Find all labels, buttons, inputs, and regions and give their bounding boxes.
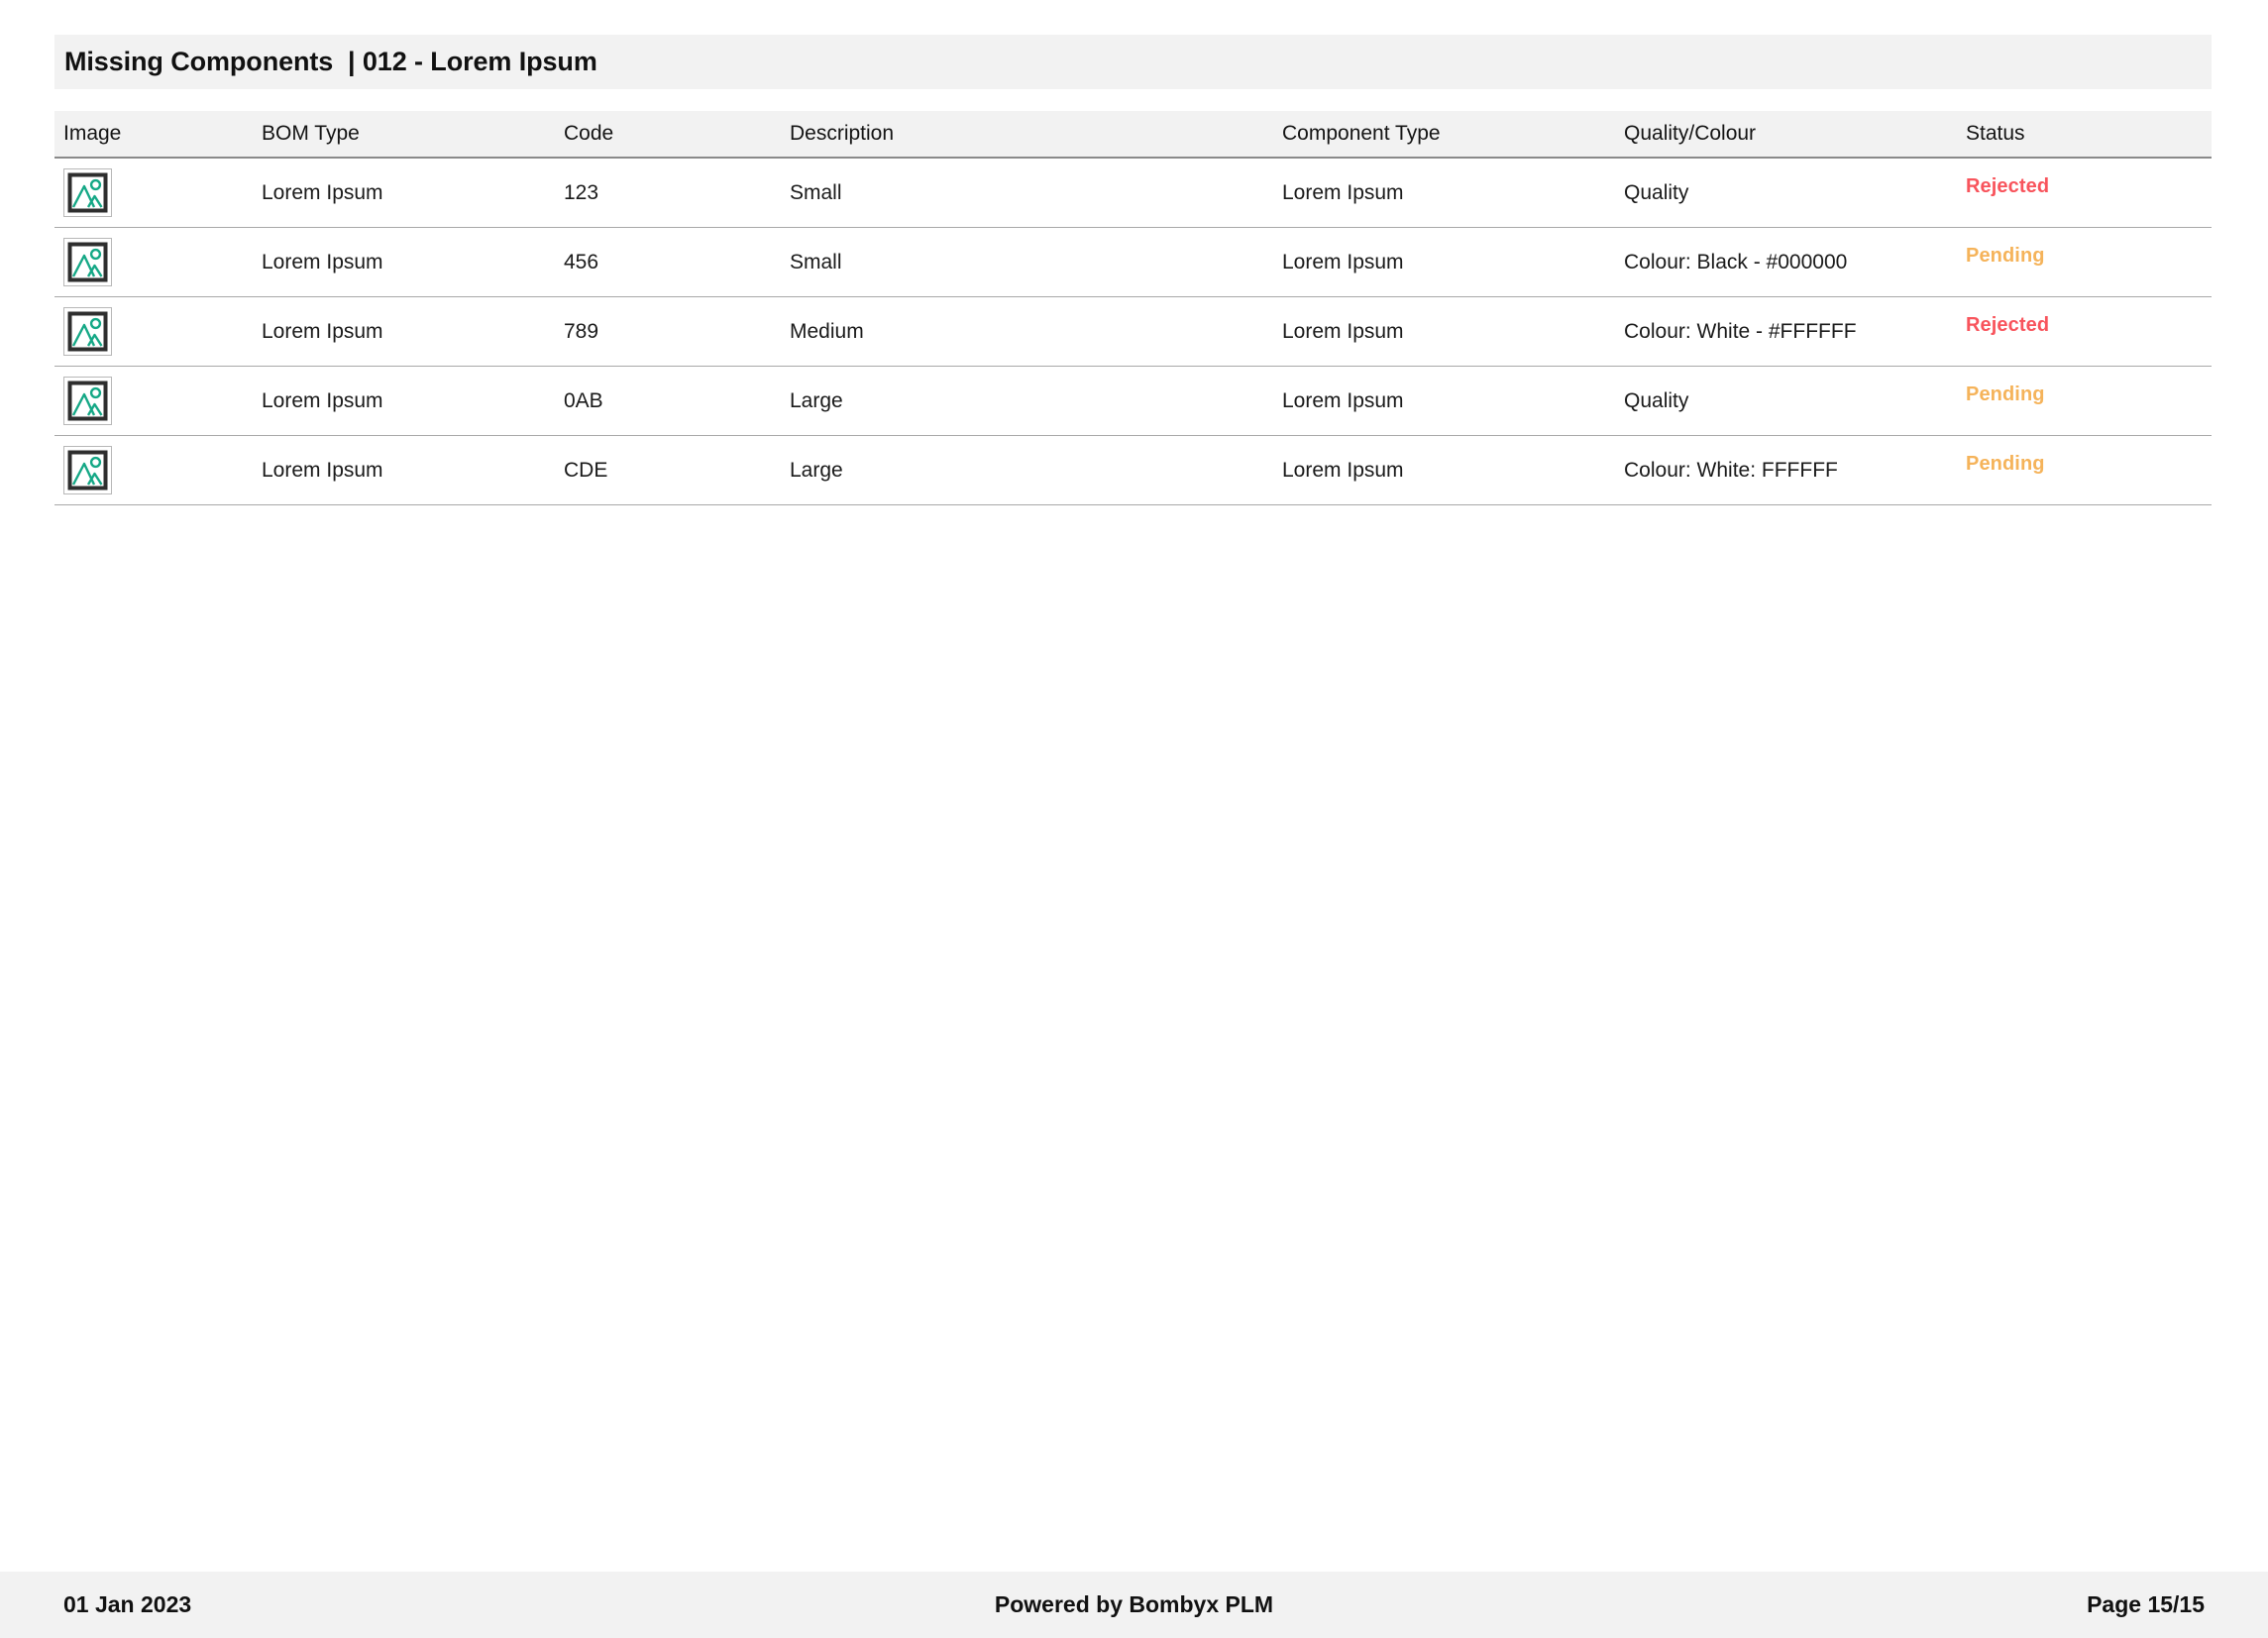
table-row[interactable]: Lorem Ipsum 123 Small Lorem Ipsum Qualit…	[54, 159, 2212, 228]
status-badge: Pending	[1966, 453, 2045, 475]
status-badge: Rejected	[1966, 175, 2050, 197]
column-header-bom-type: BOM Type	[262, 122, 360, 145]
cell-code: 123	[564, 180, 599, 204]
cell-component-type: Lorem Ipsum	[1282, 250, 1404, 273]
cell-description: Large	[790, 458, 843, 482]
cell-status: Pending	[1966, 436, 2212, 504]
table-header-row: Image BOM Type Code Description Componen…	[54, 111, 2212, 159]
cell-code: CDE	[564, 458, 608, 482]
cell-component-type: Lorem Ipsum	[1282, 388, 1404, 412]
cell-bom-type: Lorem Ipsum	[262, 458, 383, 482]
image-placeholder-icon	[63, 238, 112, 286]
page-footer: 01 Jan 2023 Powered by Bombyx PLM Page 1…	[0, 1572, 2268, 1638]
cell-image	[63, 228, 257, 296]
image-placeholder-icon	[63, 446, 112, 494]
column-header-image: Image	[63, 122, 122, 145]
cell-description: Small	[790, 180, 842, 204]
cell-bom-type: Lorem Ipsum	[262, 388, 383, 412]
cell-image	[63, 367, 257, 435]
status-badge: Pending	[1966, 245, 2045, 267]
cell-status: Pending	[1966, 228, 2212, 296]
cell-code: 789	[564, 319, 599, 343]
section-title-band: Missing Components | 012 - Lorem Ipsum	[54, 35, 2212, 89]
cell-bom-type: Lorem Ipsum	[262, 180, 383, 204]
footer-page-number: Page 15/15	[2087, 1591, 2205, 1617]
image-placeholder-icon	[63, 168, 112, 217]
cell-status: Rejected	[1966, 159, 2212, 227]
column-header-status: Status	[1966, 122, 2025, 145]
image-placeholder-icon	[63, 377, 112, 425]
column-header-quality-colour: Quality/Colour	[1624, 122, 1757, 145]
status-badge: Pending	[1966, 383, 2045, 405]
cell-description: Medium	[790, 319, 864, 343]
cell-quality-colour: Colour: White: FFFFFF	[1624, 458, 1838, 482]
cell-image	[63, 159, 257, 227]
cell-quality-colour: Quality	[1624, 388, 1689, 412]
cell-image	[63, 297, 257, 366]
cell-description: Small	[790, 250, 842, 273]
column-header-description: Description	[790, 122, 895, 145]
missing-components-table: Image BOM Type Code Description Componen…	[54, 111, 2212, 505]
page-title: Missing Components | 012 - Lorem Ipsum	[64, 47, 597, 76]
cell-code: 456	[564, 250, 599, 273]
cell-image	[63, 436, 257, 504]
footer-powered-by: Powered by Bombyx PLM	[994, 1591, 1274, 1617]
cell-quality-colour: Colour: White - #FFFFFF	[1624, 319, 1857, 343]
table-row[interactable]: Lorem Ipsum CDE Large Lorem Ipsum Colour…	[54, 436, 2212, 505]
cell-component-type: Lorem Ipsum	[1282, 319, 1404, 343]
table-row[interactable]: Lorem Ipsum 0AB Large Lorem Ipsum Qualit…	[54, 367, 2212, 436]
cell-component-type: Lorem Ipsum	[1282, 458, 1404, 482]
cell-bom-type: Lorem Ipsum	[262, 319, 383, 343]
report-page: Missing Components | 012 - Lorem Ipsum I…	[0, 0, 2268, 1638]
table-row[interactable]: Lorem Ipsum 456 Small Lorem Ipsum Colour…	[54, 228, 2212, 297]
cell-code: 0AB	[564, 388, 603, 412]
cell-status: Pending	[1966, 367, 2212, 435]
cell-status: Rejected	[1966, 297, 2212, 366]
table-body: Lorem Ipsum 123 Small Lorem Ipsum Qualit…	[54, 159, 2212, 505]
image-placeholder-icon	[63, 307, 112, 356]
column-header-component-type: Component Type	[1282, 122, 1441, 145]
cell-quality-colour: Quality	[1624, 180, 1689, 204]
table-row[interactable]: Lorem Ipsum 789 Medium Lorem Ipsum Colou…	[54, 297, 2212, 367]
cell-description: Large	[790, 388, 843, 412]
cell-bom-type: Lorem Ipsum	[262, 250, 383, 273]
cell-quality-colour: Colour: Black - #000000	[1624, 250, 1848, 273]
column-header-code: Code	[564, 122, 614, 145]
status-badge: Rejected	[1966, 314, 2050, 336]
cell-component-type: Lorem Ipsum	[1282, 180, 1404, 204]
